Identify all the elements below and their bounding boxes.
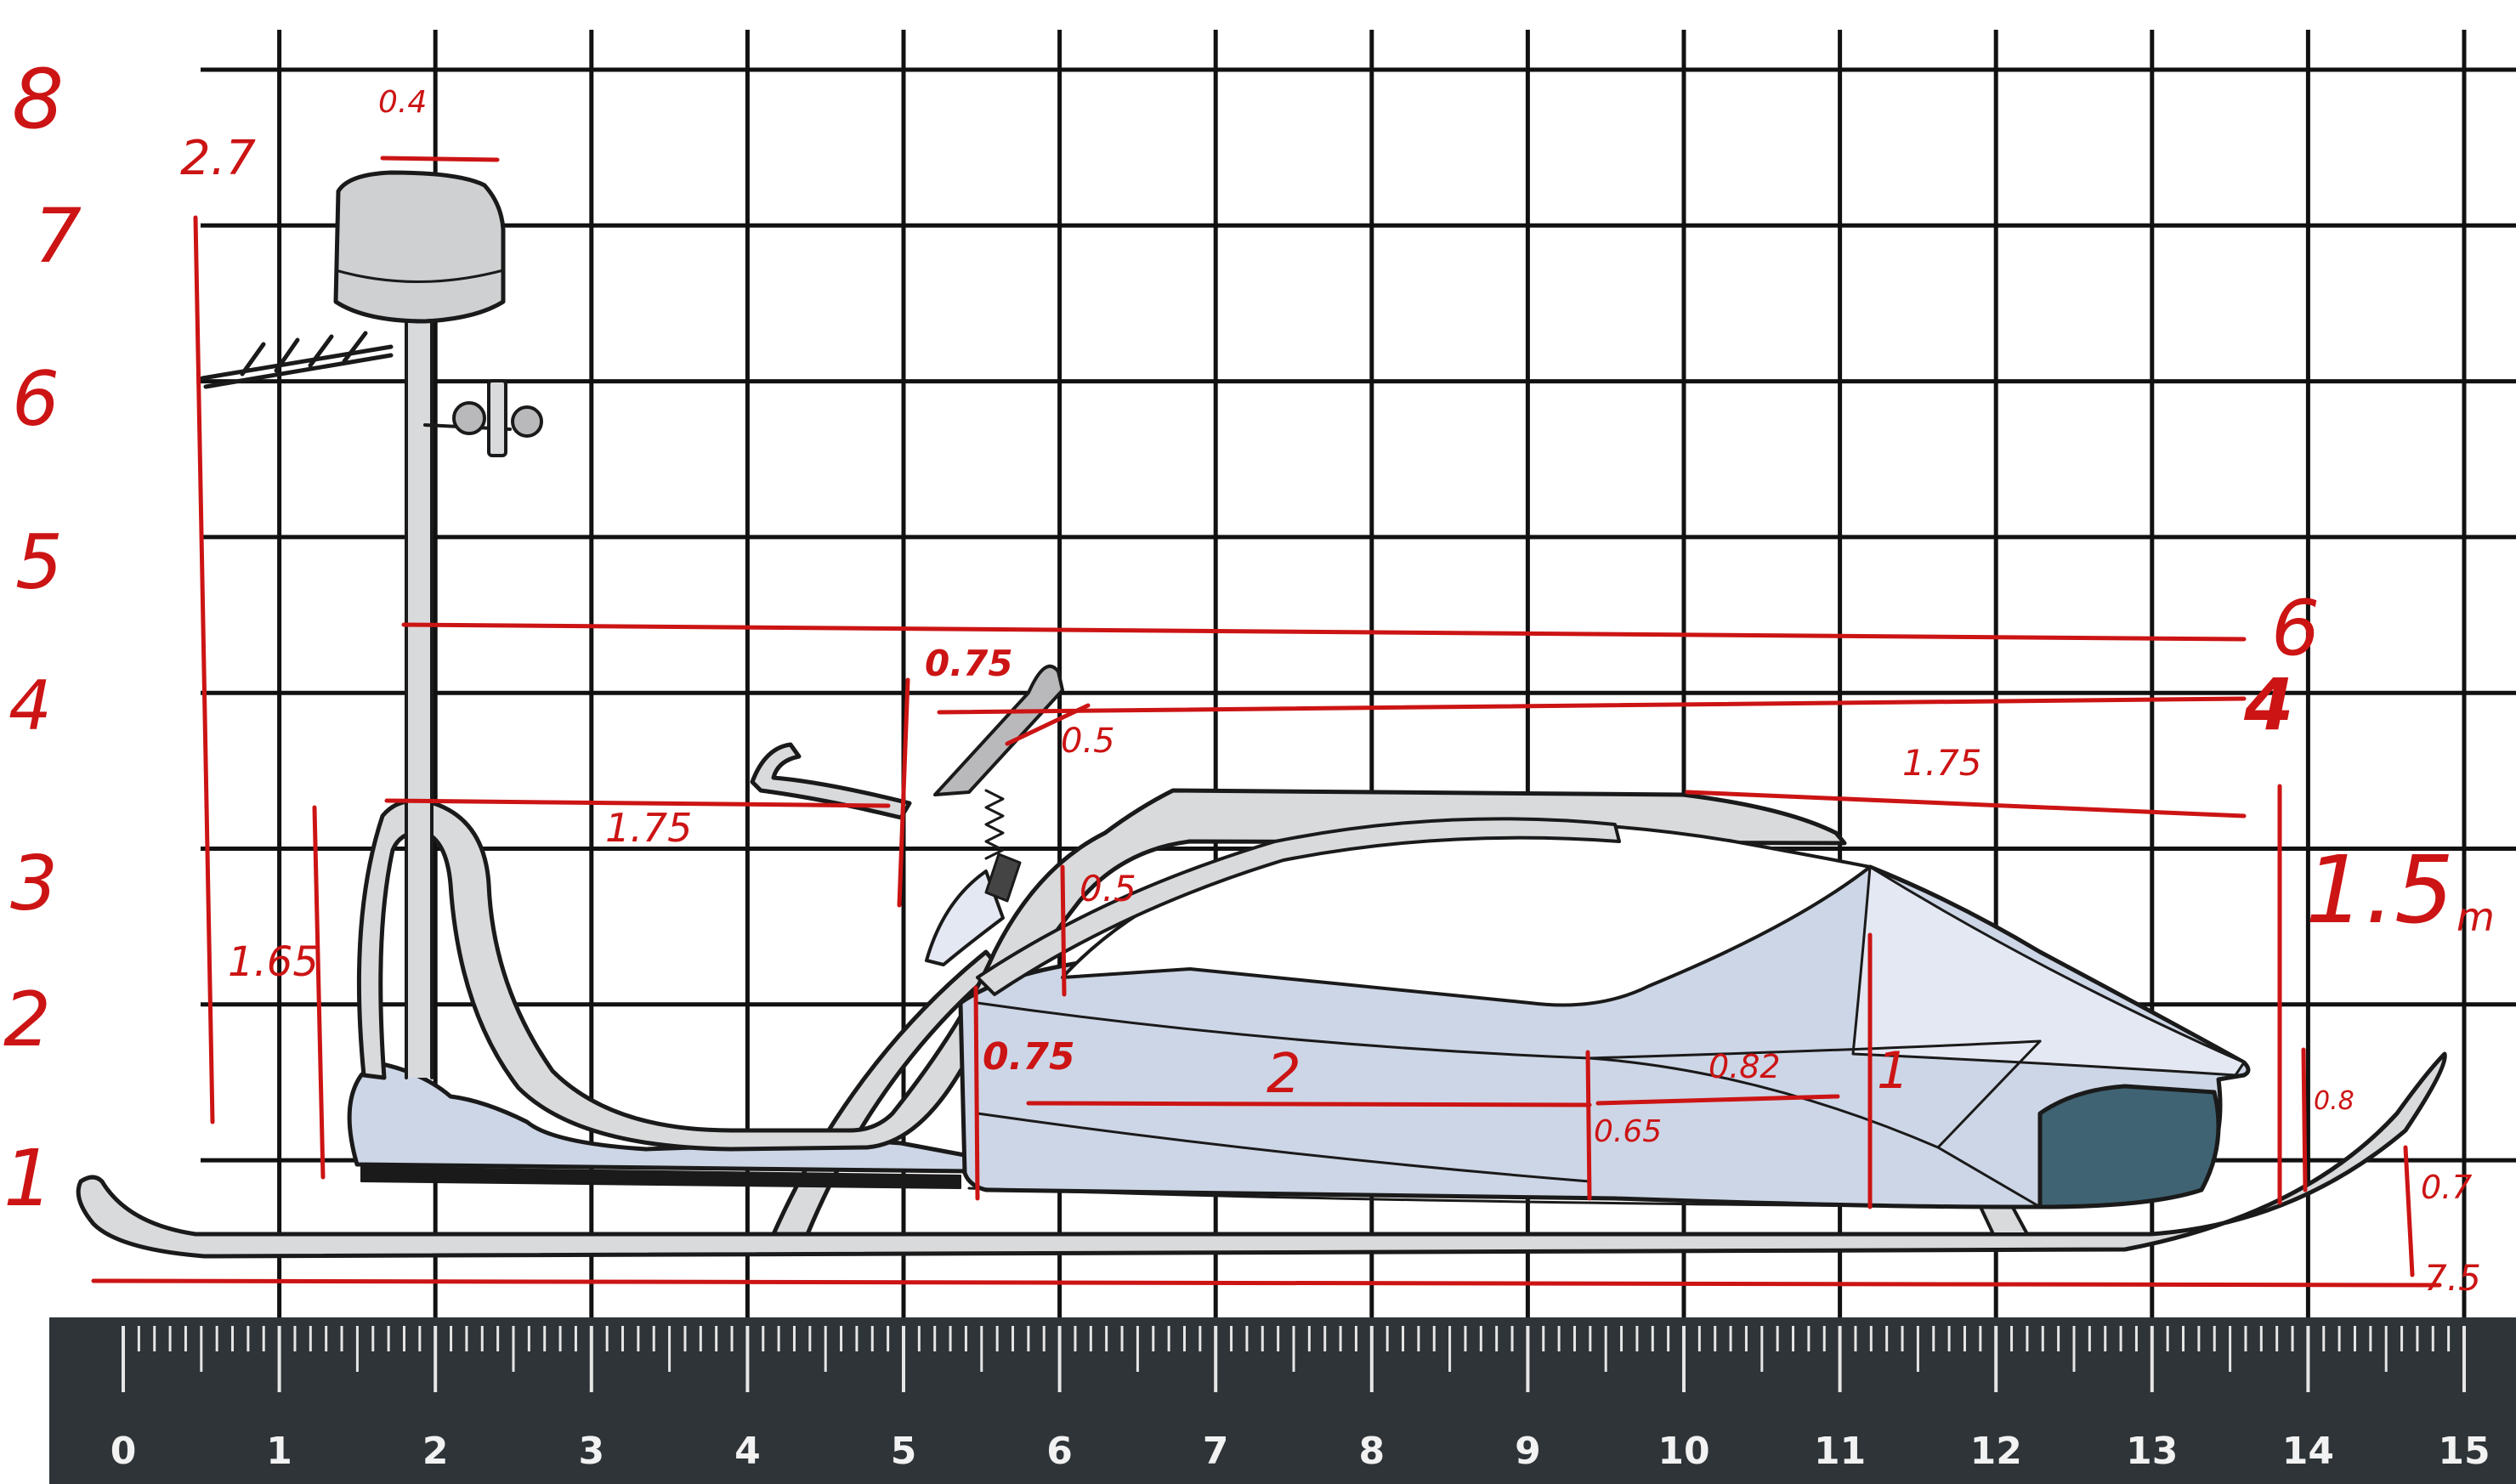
- row-label-5: 5: [15, 518, 63, 606]
- row-label-8: 8: [12, 52, 64, 147]
- label-level-4: 4: [2243, 663, 2293, 746]
- label-level-6: 6: [2271, 584, 2320, 673]
- ruler-label-2: 2: [422, 1430, 449, 1473]
- ruler-label-4: 4: [734, 1430, 761, 1473]
- label-ski-tip: 0.7: [2421, 1169, 2472, 1206]
- label-total-length: 7.5: [2424, 1257, 2481, 1299]
- label-light-width: 0.4: [378, 85, 427, 120]
- ruler-label-0: 0: [110, 1430, 137, 1473]
- ruler-label-9: 9: [1515, 1430, 1541, 1473]
- label-hull-length: 2: [1266, 1043, 1301, 1106]
- label-total-height-unit: m: [2456, 894, 2495, 940]
- label-arm-top: 0.75: [925, 643, 1013, 684]
- ruler-label-12: 12: [1970, 1430, 2022, 1473]
- ruler-label-8: 8: [1358, 1430, 1385, 1473]
- rear-cowl: [1851, 865, 2246, 1077]
- row-label-7: 7: [34, 192, 82, 280]
- row-label-1: 1: [3, 1133, 54, 1224]
- label-strut: 0.5: [1080, 868, 1136, 909]
- label-hull-step: 0.82: [1708, 1048, 1781, 1085]
- ruler-label-6: 6: [1046, 1430, 1073, 1473]
- label-total-height: 1.5: [2305, 835, 2454, 944]
- rear-bumper: [2037, 1084, 2221, 1209]
- ruler-label-14: 14: [2282, 1430, 2334, 1473]
- row-label-6: 6: [12, 355, 60, 443]
- label-hull-height: 1: [1877, 1041, 1909, 1101]
- suspension-arm: [933, 665, 1064, 796]
- row-scale-labels: 8 7 6 5 4 3 2 1: [3, 52, 82, 1224]
- side-mirror: [423, 379, 543, 457]
- dome-light: [333, 170, 506, 324]
- ruler-label-1: 1: [266, 1430, 292, 1473]
- label-frame-height: 1.65: [228, 938, 319, 986]
- label-arm-mid: 0.5: [1061, 722, 1115, 761]
- ruler-label-10: 10: [1658, 1430, 1709, 1473]
- ruler-label-15: 15: [2438, 1430, 2490, 1473]
- label-roof-length: 1.75: [1902, 742, 1982, 784]
- ruler-label-3: 3: [578, 1430, 604, 1473]
- ruler-label-11: 11: [1814, 1430, 1866, 1473]
- ruler-label-7: 7: [1203, 1430, 1229, 1473]
- sled-scale-drawing: 8 7 6 5 4 3 2 1 0.4 2.7 1.65 1.75 0.75 0…: [3, 30, 2516, 1484]
- label-handle-span: 1.75: [605, 805, 692, 851]
- label-left-height: 2.7: [180, 131, 256, 186]
- row-label-4: 4: [8, 666, 52, 745]
- ruler: 0 1 2 3 4 5 6 7 8 9 10 11 12 13 14 15: [49, 1317, 2516, 1484]
- sled-illustration: [76, 170, 2447, 1259]
- label-rear: 0.8: [2314, 1086, 2354, 1116]
- shock-body: [984, 852, 1022, 903]
- ruler-label-5: 5: [891, 1430, 917, 1473]
- antenna-rack: [200, 331, 394, 389]
- ruler-label-13: 13: [2126, 1430, 2178, 1473]
- row-label-2: 2: [3, 976, 51, 1063]
- row-label-3: 3: [10, 840, 58, 927]
- label-hull-mid: 0.65: [1594, 1114, 1662, 1149]
- label-hull-front: 0.75: [983, 1035, 1075, 1079]
- lamp-mast: [405, 317, 434, 1079]
